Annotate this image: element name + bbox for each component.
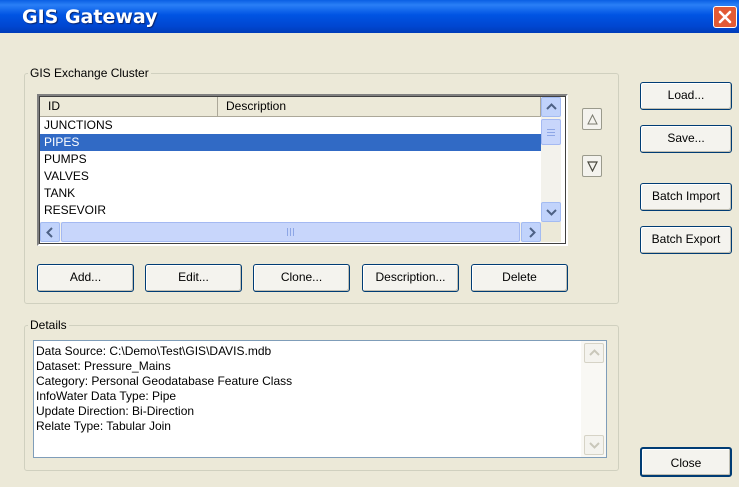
column-header-description[interactable]: Description	[218, 97, 541, 117]
list-item[interactable]: JUNCTIONS	[40, 117, 542, 134]
window-close-button[interactable]	[713, 6, 737, 28]
list-item-id: TANK	[44, 186, 76, 200]
list-hscroll-thumb[interactable]	[61, 222, 520, 242]
list-scroll-left-button[interactable]	[40, 222, 60, 242]
list-item[interactable]: PUMPS	[40, 151, 542, 168]
batch-export-button[interactable]: Batch Export	[640, 226, 732, 254]
description-button[interactable]: Description...	[362, 264, 459, 292]
details-vertical-scrollbar[interactable]	[581, 341, 606, 457]
list-scroll-up-button[interactable]	[541, 97, 561, 117]
chevron-down-icon	[546, 209, 557, 216]
details-legend: Details	[30, 318, 67, 332]
move-down-button[interactable]	[582, 155, 602, 177]
window-title: GIS Gateway	[22, 6, 158, 28]
list-item[interactable]: PIPES	[40, 134, 542, 151]
details-line: Update Direction: Bi-Direction	[36, 404, 195, 418]
details-text: Data Source: C:\Demo\Test\GIS\DAVIS.mdb D…	[36, 344, 576, 434]
list-scroll-down-button[interactable]	[541, 202, 561, 222]
chevron-down-icon	[589, 442, 600, 449]
save-button[interactable]: Save...	[640, 125, 732, 153]
list-item-id: RESEVOIR	[44, 203, 107, 217]
close-icon	[718, 10, 732, 24]
move-up-button[interactable]	[582, 108, 602, 130]
details-line: InfoWater Data Type: Pipe	[36, 389, 177, 403]
details-line: Category: Personal Geodatabase Feature C…	[36, 374, 293, 388]
cluster-rows: JUNCTIONS PIPES PUMPS VALVES TANK RESEVOIR	[40, 117, 542, 219]
list-item[interactable]: RESEVOIR	[40, 202, 542, 219]
scroll-corner	[541, 222, 561, 242]
details-scroll-down-button[interactable]	[584, 435, 604, 455]
list-item[interactable]: TANK	[40, 185, 542, 202]
triangle-down-icon	[587, 161, 598, 172]
title-bar[interactable]: GIS Gateway	[0, 0, 739, 33]
details-line: Relate Type: Tabular Join	[36, 419, 171, 433]
chevron-up-icon	[546, 103, 557, 110]
list-item-id: PUMPS	[44, 152, 87, 166]
list-item[interactable]: VALVES	[40, 168, 542, 185]
details-scroll-up-button[interactable]	[584, 343, 604, 363]
close-button[interactable]: Close	[640, 447, 732, 477]
add-button[interactable]: Add...	[37, 264, 134, 292]
details-textarea[interactable]: Data Source: C:\Demo\Test\GIS\DAVIS.mdb D…	[33, 340, 607, 458]
list-item-id: VALVES	[44, 169, 89, 183]
list-vertical-scrollbar[interactable]	[541, 97, 561, 222]
details-line: Data Source: C:\Demo\Test\GIS\DAVIS.mdb	[36, 344, 272, 358]
clone-button[interactable]: Clone...	[253, 264, 350, 292]
cluster-list[interactable]: ID Description JUNCTIONS PIPES PUMPS VALVES…	[37, 94, 568, 246]
chevron-up-icon	[589, 349, 600, 356]
delete-button[interactable]: Delete	[471, 264, 568, 292]
edit-button[interactable]: Edit...	[145, 264, 242, 292]
details-line: Dataset: Pressure_Mains	[36, 359, 171, 373]
list-scroll-right-button[interactable]	[521, 222, 541, 242]
gis-gateway-dialog: GIS Gateway GIS Exchange Cluster ID Desc…	[0, 0, 739, 487]
load-button[interactable]: Load...	[640, 82, 732, 110]
list-item-id: PIPES	[44, 135, 80, 149]
chevron-left-icon	[46, 227, 53, 238]
list-scroll-thumb[interactable]	[541, 119, 561, 145]
triangle-up-icon	[587, 114, 598, 125]
gis-exchange-cluster-legend: GIS Exchange Cluster	[30, 66, 149, 80]
list-item-id: JUNCTIONS	[44, 118, 113, 132]
chevron-right-icon	[529, 227, 536, 238]
list-horizontal-scrollbar[interactable]	[40, 222, 541, 242]
batch-import-button[interactable]: Batch Import	[640, 183, 732, 211]
column-header-id[interactable]: ID	[40, 97, 218, 117]
